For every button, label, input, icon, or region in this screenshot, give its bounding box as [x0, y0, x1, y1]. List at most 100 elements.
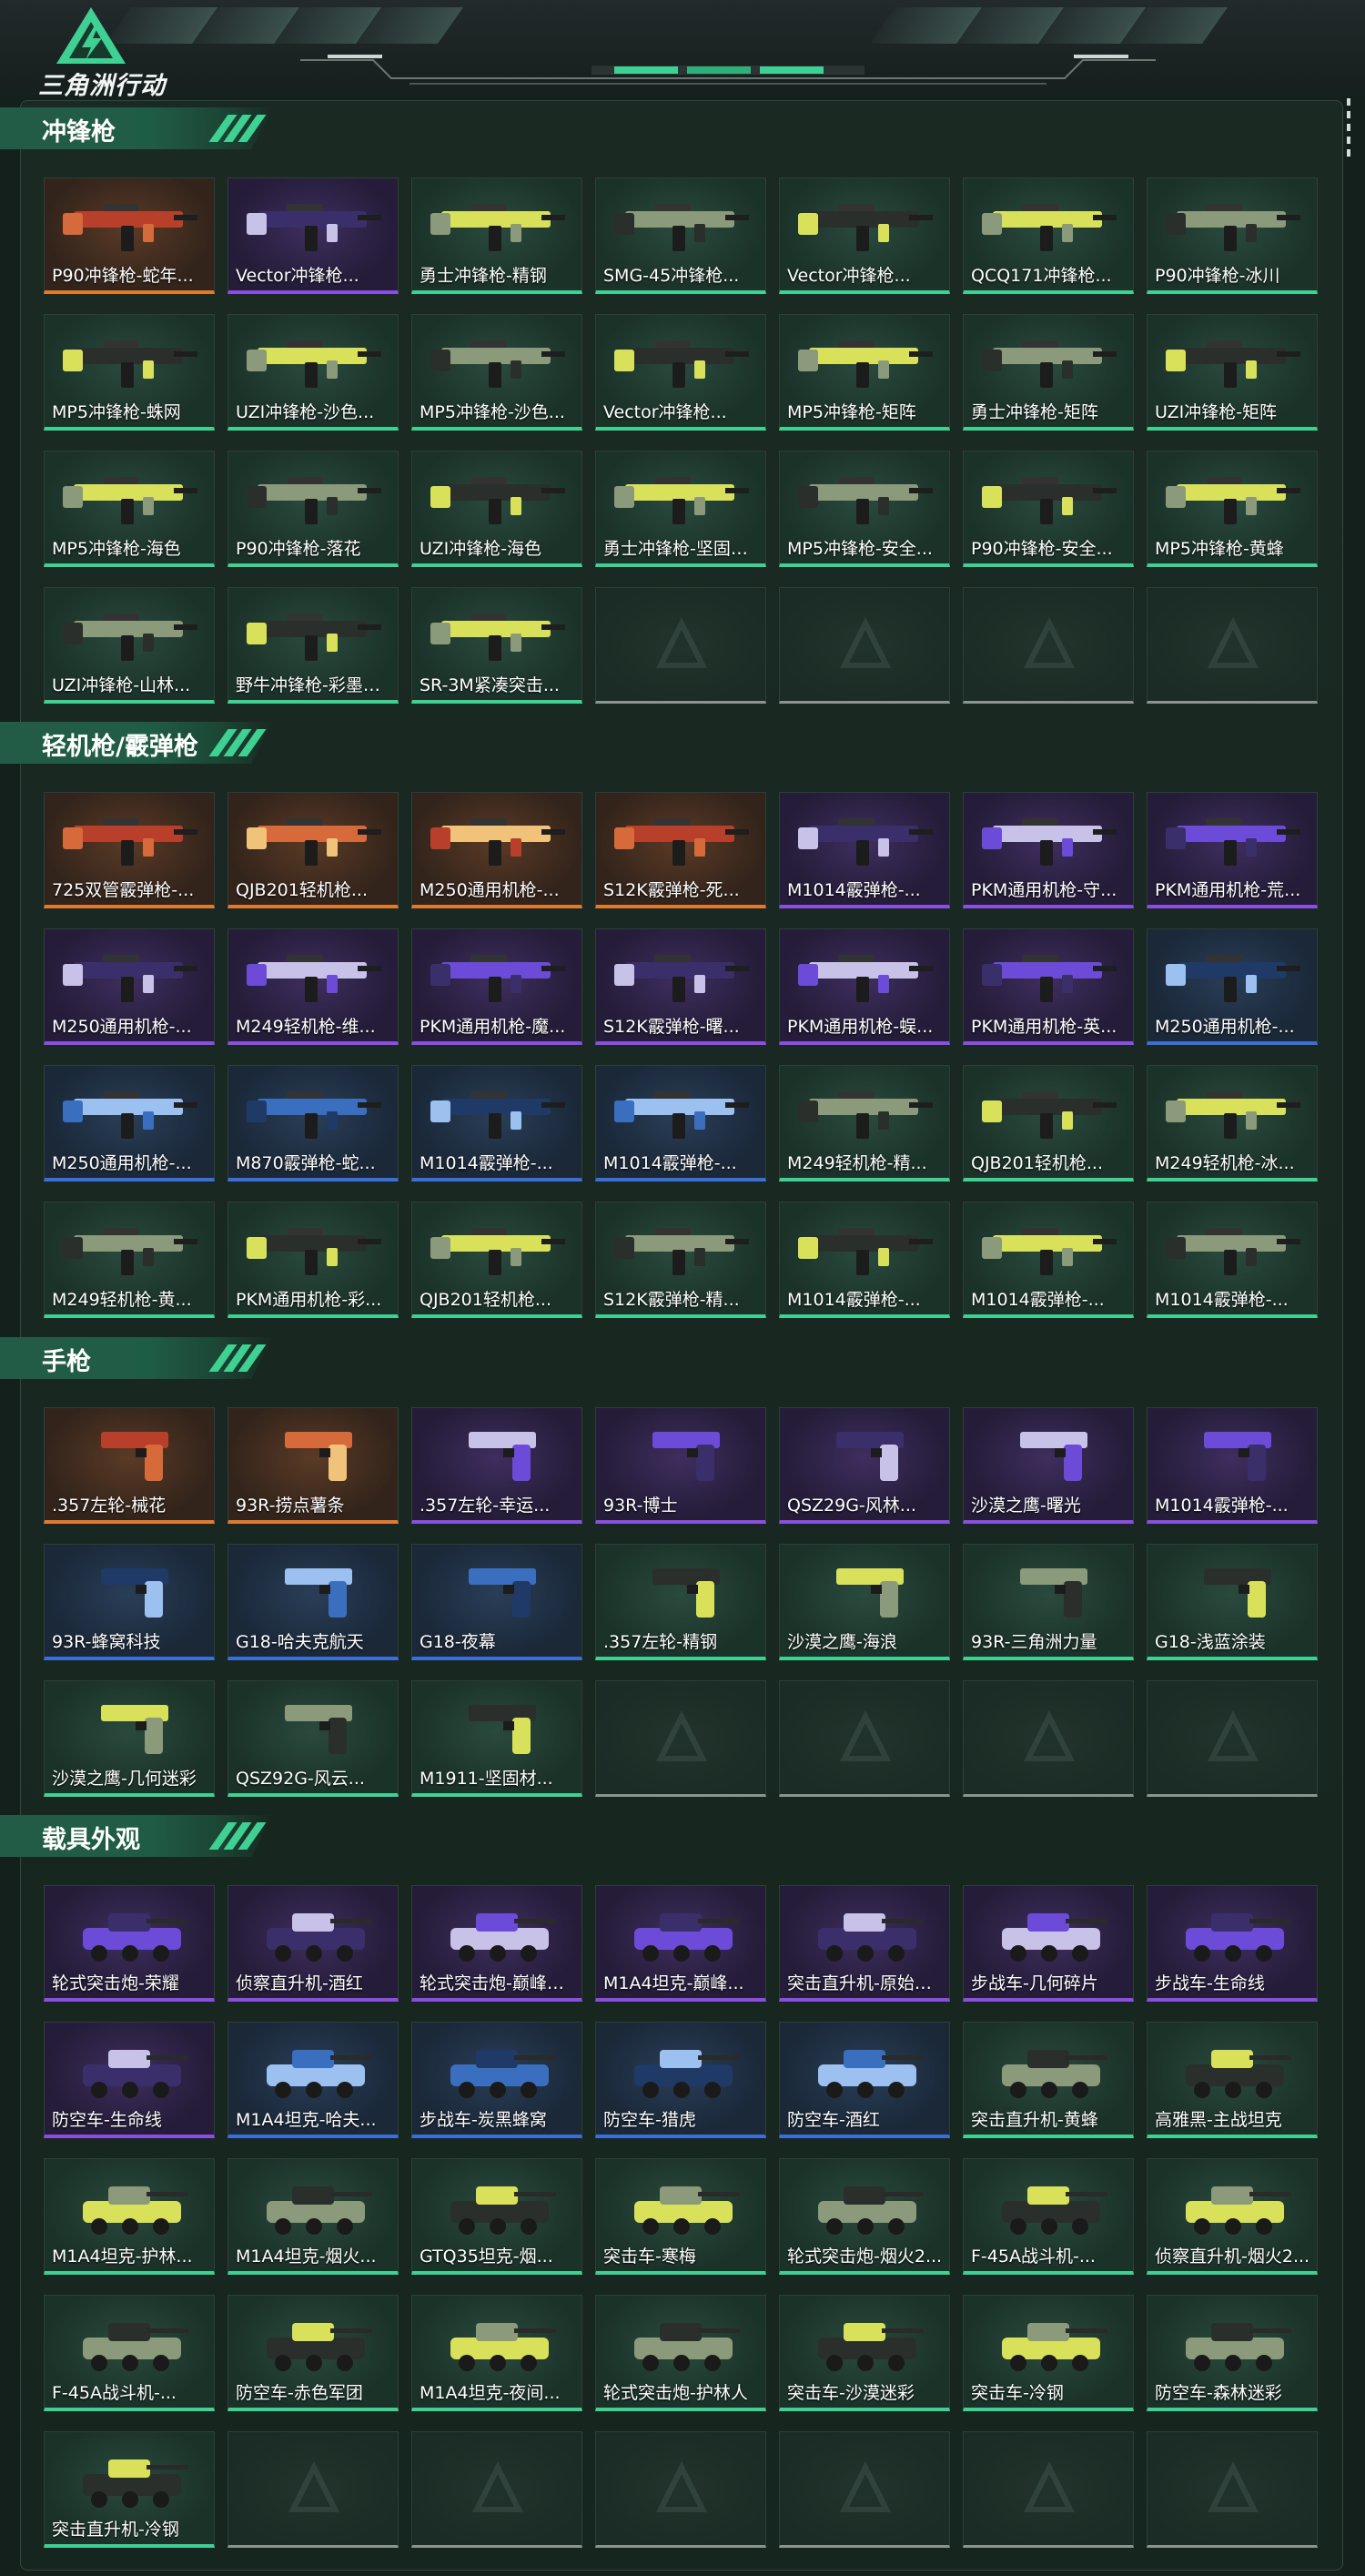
skin-card[interactable]: M249轻机枪-精...: [779, 1065, 950, 1182]
skin-card[interactable]: P90冲锋枪-冰川: [1147, 177, 1318, 294]
skin-card[interactable]: QJB201轻机枪...: [228, 792, 399, 908]
skin-card[interactable]: 沙漠之鹰-曙光: [963, 1407, 1134, 1524]
skin-card[interactable]: MP5冲锋枪-沙色...: [411, 314, 582, 431]
scrollbar[interactable]: [1345, 98, 1352, 162]
skin-card[interactable]: 野牛冲锋枪-彩墨喷...: [228, 587, 399, 704]
skin-card[interactable]: .357左轮-械花: [44, 1407, 215, 1524]
skin-card[interactable]: F-45A战斗机-...: [44, 2295, 215, 2411]
skin-card[interactable]: M249轻机枪-维...: [228, 928, 399, 1045]
skin-card[interactable]: 93R-捞点薯条: [228, 1407, 399, 1524]
skin-card[interactable]: F-45A战斗机-...: [963, 2158, 1134, 2275]
skin-card[interactable]: G18-哈夫克航天: [228, 1544, 399, 1660]
skin-card[interactable]: QSZ92G-风云...: [228, 1680, 399, 1797]
skin-card[interactable]: M249轻机枪-冰...: [1147, 1065, 1318, 1182]
skin-card[interactable]: 防空车-酒红: [779, 2022, 950, 2138]
skin-card[interactable]: 勇士冲锋枪-坚固材...: [595, 451, 766, 567]
skin-card[interactable]: PKM通用机枪-彩...: [228, 1202, 399, 1318]
skin-card[interactable]: M250通用机枪-...: [44, 1065, 215, 1182]
skin-card[interactable]: MP5冲锋枪-蛛网: [44, 314, 215, 431]
skin-card[interactable]: G18-浅蓝涂装: [1147, 1544, 1318, 1660]
skin-card[interactable]: MP5冲锋枪-矩阵: [779, 314, 950, 431]
skin-card[interactable]: 突击车-寒梅: [595, 2158, 766, 2275]
skin-card[interactable]: S12K霰弹枪-曙...: [595, 928, 766, 1045]
skin-card[interactable]: 突击直升机-冷钢: [44, 2431, 215, 2548]
skin-card[interactable]: 勇士冲锋枪-精钢: [411, 177, 582, 294]
skin-card[interactable]: PKM通用机枪-蜈...: [779, 928, 950, 1045]
skin-card[interactable]: M1014霰弹枪-...: [1147, 1202, 1318, 1318]
skin-card[interactable]: M1A4坦克-夜间...: [411, 2295, 582, 2411]
skin-card[interactable]: UZI冲锋枪-山林...: [44, 587, 215, 704]
skin-card[interactable]: M1014霰弹枪-...: [1147, 1407, 1318, 1524]
skin-card[interactable]: 93R-三角洲力量: [963, 1544, 1134, 1660]
skin-card[interactable]: 勇士冲锋枪-矩阵: [963, 314, 1134, 431]
skin-card[interactable]: GTQ35坦克-烟...: [411, 2158, 582, 2275]
skin-card[interactable]: PKM通用机枪-荒...: [1147, 792, 1318, 908]
skin-card[interactable]: UZI冲锋枪-矩阵: [1147, 314, 1318, 431]
skin-card[interactable]: .357左轮-幸运...: [411, 1407, 582, 1524]
skin-card[interactable]: 突击车-冷钢: [963, 2295, 1134, 2411]
skin-card[interactable]: QJB201轻机枪...: [411, 1202, 582, 1318]
skin-card[interactable]: M870霰弹枪-蛇...: [228, 1065, 399, 1182]
skin-card[interactable]: M250通用机枪-...: [44, 928, 215, 1045]
skin-card[interactable]: Vector冲锋枪...: [779, 177, 950, 294]
skin-card[interactable]: 防空车-赤色军团: [228, 2295, 399, 2411]
skin-card[interactable]: 突击直升机-黄蜂: [963, 2022, 1134, 2138]
skin-card[interactable]: 725双管霰弹枪-...: [44, 792, 215, 908]
skin-card[interactable]: M1A4坦克-护林...: [44, 2158, 215, 2275]
skin-card[interactable]: S12K霰弹枪-精...: [595, 1202, 766, 1318]
skin-card[interactable]: 93R-博士: [595, 1407, 766, 1524]
skin-card[interactable]: QJB201轻机枪...: [963, 1065, 1134, 1182]
skin-card[interactable]: UZI冲锋枪-沙色...: [228, 314, 399, 431]
skin-card[interactable]: 沙漠之鹰-几何迷彩: [44, 1680, 215, 1797]
skin-card[interactable]: P90冲锋枪-落花: [228, 451, 399, 567]
skin-card[interactable]: 轮式突击炮-护林人: [595, 2295, 766, 2411]
skin-card[interactable]: SR-3M紧凑突击...: [411, 587, 582, 704]
skin-card[interactable]: 防空车-生命线: [44, 2022, 215, 2138]
skin-card[interactable]: M1A4坦克-烟火...: [228, 2158, 399, 2275]
skin-card[interactable]: M1014霰弹枪-...: [963, 1202, 1134, 1318]
skin-card[interactable]: P90冲锋枪-蛇年...: [44, 177, 215, 294]
skin-card[interactable]: MP5冲锋枪-海色: [44, 451, 215, 567]
skin-card[interactable]: Vector冲锋枪...: [228, 177, 399, 294]
skin-card[interactable]: PKM通用机枪-守...: [963, 792, 1134, 908]
skin-card[interactable]: 突击车-沙漠迷彩: [779, 2295, 950, 2411]
skin-card[interactable]: 高雅黑-主战坦克: [1147, 2022, 1318, 2138]
skin-card[interactable]: M249轻机枪-黄...: [44, 1202, 215, 1318]
skin-card[interactable]: 93R-蜂窝科技: [44, 1544, 215, 1660]
skin-card[interactable]: G18-夜幕: [411, 1544, 582, 1660]
skin-card[interactable]: SMG-45冲锋枪...: [595, 177, 766, 294]
skin-card[interactable]: MP5冲锋枪-安全...: [779, 451, 950, 567]
skin-card[interactable]: 防空车-猎虎: [595, 2022, 766, 2138]
skin-card[interactable]: M1014霰弹枪-...: [779, 792, 950, 908]
skin-card[interactable]: M1A4坦克-哈夫...: [228, 2022, 399, 2138]
skin-card[interactable]: P90冲锋枪-安全...: [963, 451, 1134, 567]
skin-card[interactable]: QSZ29G-风林...: [779, 1407, 950, 1524]
skin-card[interactable]: 轮式突击炮-巅峰竞...: [411, 1885, 582, 2002]
skin-card[interactable]: 轮式突击炮-荣耀: [44, 1885, 215, 2002]
skin-card[interactable]: 步战车-生命线: [1147, 1885, 1318, 2002]
skin-card[interactable]: 侦察直升机-烟火2...: [1147, 2158, 1318, 2275]
skin-card[interactable]: M1014霰弹枪-...: [779, 1202, 950, 1318]
skin-card[interactable]: M250通用机枪-...: [411, 792, 582, 908]
skin-card[interactable]: M1A4坦克-巅峰...: [595, 1885, 766, 2002]
skin-name: S12K霰弹枪-精...: [603, 1290, 740, 1310]
skin-card[interactable]: M1014霰弹枪-...: [411, 1065, 582, 1182]
skin-card[interactable]: 侦察直升机-酒红: [228, 1885, 399, 2002]
skin-card[interactable]: M1014霰弹枪-...: [595, 1065, 766, 1182]
skin-card[interactable]: 突击直升机-原始伪...: [779, 1885, 950, 2002]
skin-card[interactable]: M250通用机枪-...: [1147, 928, 1318, 1045]
skin-card[interactable]: .357左轮-精钢: [595, 1544, 766, 1660]
skin-card[interactable]: 步战车-几何碎片: [963, 1885, 1134, 2002]
skin-card[interactable]: 沙漠之鹰-海浪: [779, 1544, 950, 1660]
skin-card[interactable]: UZI冲锋枪-海色: [411, 451, 582, 567]
skin-card[interactable]: QCQ171冲锋枪...: [963, 177, 1134, 294]
skin-card[interactable]: 步战车-炭黑蜂窝: [411, 2022, 582, 2138]
skin-card[interactable]: S12K霰弹枪-死...: [595, 792, 766, 908]
skin-card[interactable]: Vector冲锋枪...: [595, 314, 766, 431]
skin-card[interactable]: MP5冲锋枪-黄蜂: [1147, 451, 1318, 567]
skin-card[interactable]: 轮式突击炮-烟火2...: [779, 2158, 950, 2275]
skin-card[interactable]: M1911-坚固材...: [411, 1680, 582, 1797]
skin-card[interactable]: PKM通用机枪-魔...: [411, 928, 582, 1045]
skin-card[interactable]: PKM通用机枪-英...: [963, 928, 1134, 1045]
skin-card[interactable]: 防空车-森林迷彩: [1147, 2295, 1318, 2411]
